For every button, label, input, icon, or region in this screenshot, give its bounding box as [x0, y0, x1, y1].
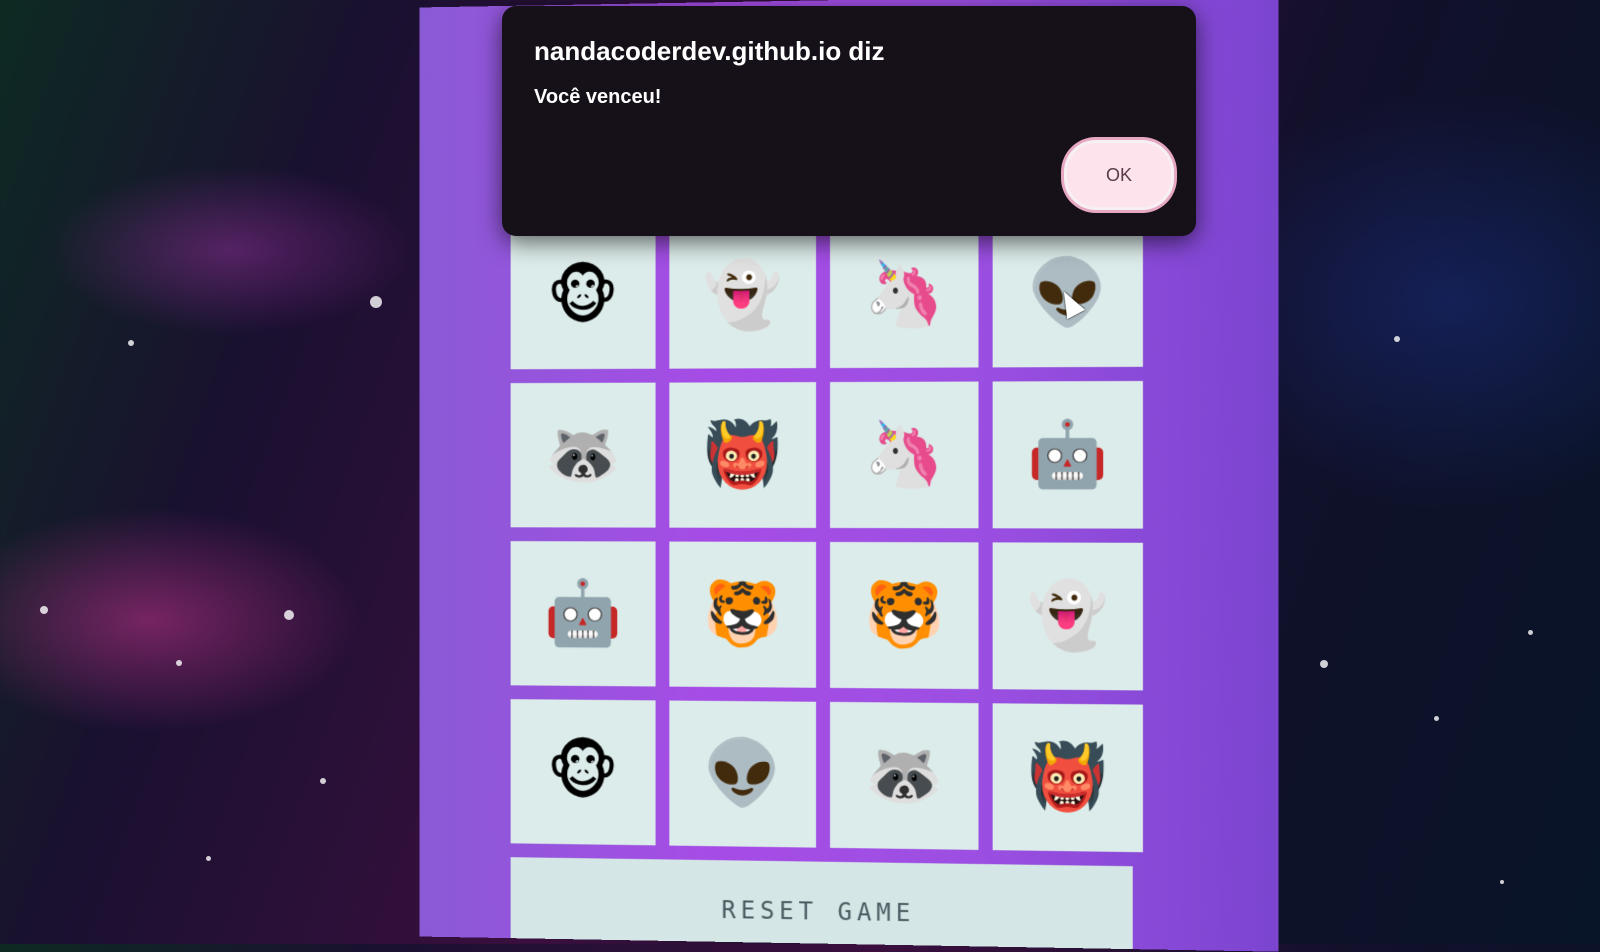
card-tiger[interactable]: 🐯: [669, 541, 817, 688]
monkey-icon: 🐵: [546, 735, 620, 810]
tiger-icon: 🐯: [864, 578, 945, 653]
card-monkey[interactable]: 🐵: [510, 223, 656, 370]
star: [1320, 660, 1328, 668]
card-raccoon[interactable]: 🦝: [510, 382, 656, 528]
star: [320, 778, 326, 784]
reset-game-button[interactable]: RESET GAME: [510, 857, 1133, 950]
star: [40, 606, 48, 614]
raccoon-icon: 🦝: [543, 418, 622, 492]
dialog-title: nandacoderdev.github.io diz: [534, 36, 885, 66]
dialog-message: Você venceu!: [534, 86, 662, 108]
card-monkey[interactable]: 🐵: [510, 699, 656, 846]
card-ghost[interactable]: 👻: [992, 542, 1143, 691]
card-ogre[interactable]: 👹: [992, 703, 1143, 853]
star: [176, 660, 182, 666]
unicorn-icon: 🦄: [864, 257, 945, 332]
memory-board: 🐵 👻 🦄 👽 🦝 👹 🦄 🤖 🤖 🐯 🐯 👻 🐵 👽 🦝 👹: [510, 219, 1143, 853]
ok-button[interactable]: OK: [1064, 140, 1174, 210]
card-unicorn[interactable]: 🦄: [830, 220, 979, 369]
alert-dialog: nandacoderdev.github.io diz Você venceu!…: [502, 6, 1196, 236]
star: [1528, 630, 1533, 635]
ogre-icon: 👹: [703, 418, 783, 492]
card-ogre[interactable]: 👹: [669, 382, 817, 528]
star: [284, 610, 294, 620]
star: [1394, 336, 1400, 342]
robot-icon: 🤖: [543, 576, 622, 651]
raccoon-icon: 🦝: [864, 738, 945, 814]
monkey-icon: 🐵: [546, 259, 620, 334]
star: [1434, 716, 1439, 721]
ogre-icon: 👹: [1027, 739, 1109, 816]
ghost-icon: 👻: [703, 258, 783, 333]
star: [128, 340, 134, 346]
tiger-icon: 🐯: [703, 577, 783, 652]
card-alien[interactable]: 👽: [669, 700, 817, 848]
card-raccoon[interactable]: 🦝: [830, 701, 979, 850]
star: [206, 856, 211, 861]
card-robot[interactable]: 🤖: [992, 380, 1143, 529]
robot-icon: 🤖: [1027, 417, 1109, 493]
card-unicorn[interactable]: 🦄: [830, 381, 979, 529]
card-tiger[interactable]: 🐯: [830, 541, 979, 690]
card-robot[interactable]: 🤖: [510, 541, 656, 687]
alien-icon: 👽: [703, 736, 783, 812]
ghost-icon: 👻: [1027, 578, 1109, 654]
star: [1500, 880, 1504, 884]
star: [370, 296, 382, 308]
unicorn-icon: 🦄: [864, 417, 945, 493]
card-ghost[interactable]: 👻: [669, 222, 817, 369]
